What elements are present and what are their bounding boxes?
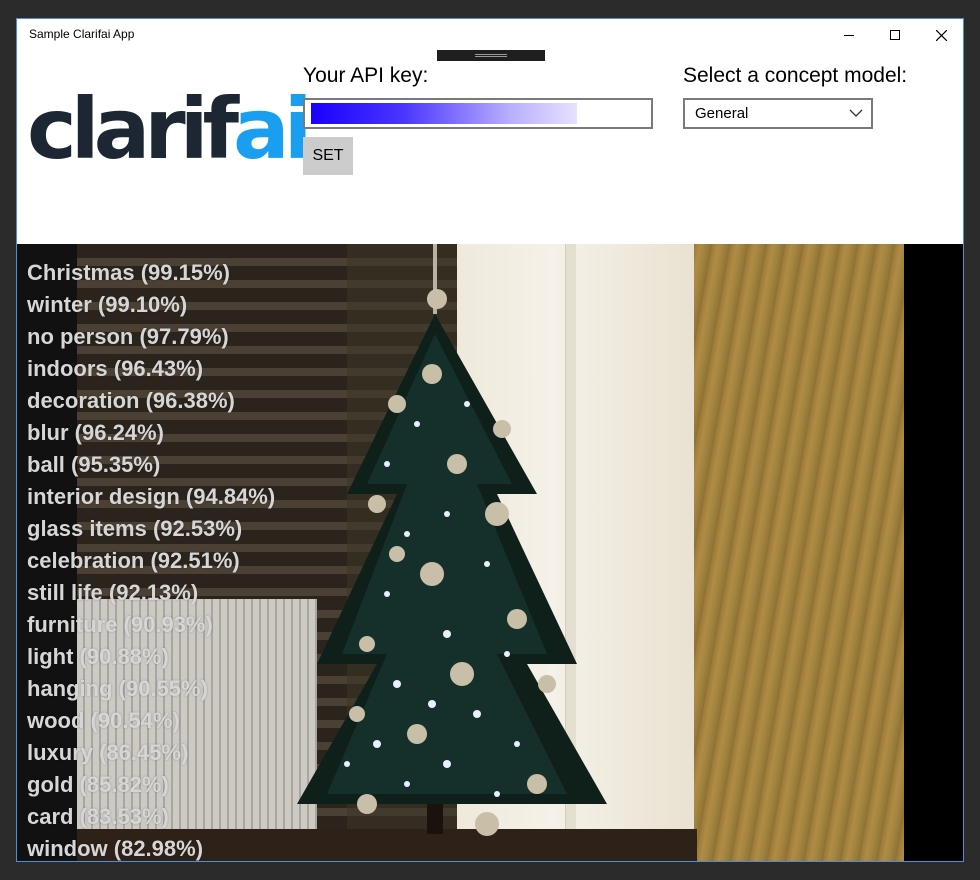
clarifai-logo: clarifai xyxy=(27,80,313,178)
api-key-label: Your API key: xyxy=(303,64,429,87)
christmas-tree-image xyxy=(297,244,607,836)
maximize-button[interactable] xyxy=(872,19,918,51)
concept-item: blur (96.24%) xyxy=(27,420,164,445)
concept-item: hanging (90.55%) xyxy=(27,676,208,701)
drag-handle[interactable] xyxy=(437,50,545,61)
minimize-icon xyxy=(844,35,854,36)
api-key-masked-value xyxy=(311,103,577,124)
close-icon xyxy=(935,29,947,41)
concept-item: winter (99.10%) xyxy=(27,292,188,317)
concept-model-select[interactable]: General xyxy=(683,98,873,129)
concept-item: light (90.88%) xyxy=(27,644,169,669)
concept-item: card (83.53%) xyxy=(27,804,169,829)
title-bar[interactable]: Sample Clarifai App xyxy=(17,19,963,51)
maximize-icon xyxy=(890,30,900,40)
concept-item: celebration (92.51%) xyxy=(27,548,240,573)
concept-model-label: Select a concept model: xyxy=(683,64,908,87)
minimize-button[interactable] xyxy=(826,19,872,51)
concept-item: luxury (86.45%) xyxy=(27,740,189,765)
close-button[interactable] xyxy=(918,19,963,51)
camera-image: Christmas (99.15%) winter (99.10%) no pe… xyxy=(17,244,963,861)
concept-model-value: General xyxy=(695,105,749,122)
concept-item: window (82.98%) xyxy=(27,836,204,861)
concept-item: no person (97.79%) xyxy=(27,324,229,349)
concept-item: decoration (96.38%) xyxy=(27,388,235,413)
set-button[interactable]: SET xyxy=(303,137,353,175)
concept-item: ball (95.35%) xyxy=(27,452,161,477)
concept-list: Christmas (99.15%) winter (99.10%) no pe… xyxy=(27,257,276,861)
concept-item: indoors (96.43%) xyxy=(27,356,204,381)
concept-item: wood (90.54%) xyxy=(27,708,180,733)
window-title: Sample Clarifai App xyxy=(29,27,135,41)
concept-item: still life (92.13%) xyxy=(27,580,199,605)
chevron-down-icon xyxy=(849,109,863,117)
app-window: Sample Clarifai App clarifai Your API ke… xyxy=(16,18,964,862)
concept-item: glass items (92.53%) xyxy=(27,516,243,541)
concept-item: Christmas (99.15%) xyxy=(27,260,230,285)
api-key-input[interactable] xyxy=(303,98,653,129)
concept-item: interior design (94.84%) xyxy=(27,484,276,509)
concept-item: gold (85.82%) xyxy=(27,772,169,797)
concept-item: furniture (90.93%) xyxy=(27,612,213,637)
